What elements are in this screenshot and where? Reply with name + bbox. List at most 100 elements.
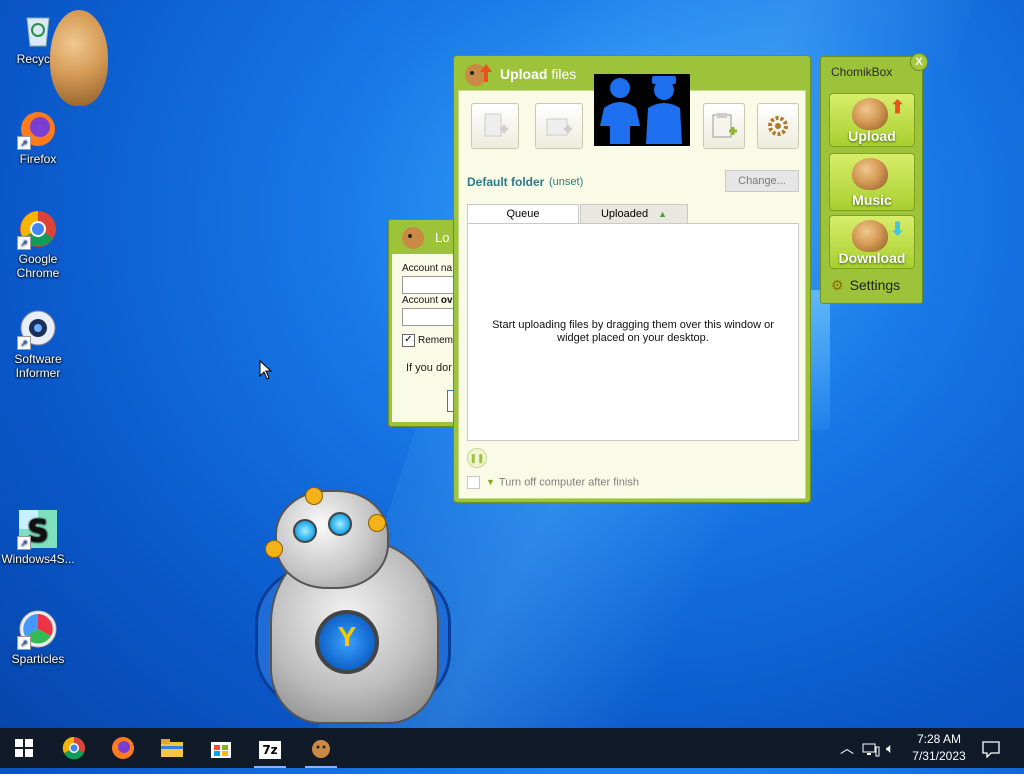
widget-upload-button[interactable]: ⬆ Upload [829, 93, 915, 147]
widget-settings-label: Settings [849, 277, 901, 293]
arrow-down-icon: ⬇ [890, 219, 906, 239]
add-files-button[interactable] [471, 103, 519, 149]
upload-window-title: Upload files [500, 66, 577, 82]
default-folder-label: Default folder [467, 175, 545, 189]
taskbar-7zip[interactable]: 7z [246, 728, 294, 768]
widget-music-label: Music [852, 192, 892, 208]
windows4s-icon: S ↗ [17, 508, 59, 550]
taskbar-file-explorer[interactable] [148, 728, 196, 768]
tab-queue[interactable]: Queue [467, 204, 579, 224]
chomikbox-widget[interactable]: ChomikBox X ⬆ Upload Music ⬇ Download ⚙ S… [820, 53, 928, 304]
turn-off-label: Turn off computer after finish [498, 476, 639, 489]
firefox-icon: ↗ [17, 108, 59, 150]
volume-icon[interactable]: 🔈︎ [886, 728, 894, 768]
chomikbox-upload-logo-icon [465, 64, 492, 86]
taskbar: 7z ︿ 🔈︎ 7:28 AM 7/31/2023 [0, 728, 1024, 768]
desktop-icon-chrome[interactable]: ↗ Google Chrome [0, 208, 76, 280]
folder-icon [161, 739, 183, 757]
upload-window-body: Default folder (unset) Change... Queue U… [458, 74, 806, 499]
tab-queue-label: Queue [506, 208, 540, 220]
remember-checkbox[interactable]: ✓ [402, 334, 415, 347]
software-informer-icon: ↗ [17, 308, 59, 350]
widget-music-button[interactable]: Music [829, 153, 915, 211]
triangle-up-icon: ▲ [658, 209, 667, 219]
7zip-icon: 7z [259, 741, 281, 759]
desktop-icon-label: Firefox [19, 152, 57, 166]
taskbar-store[interactable] [197, 728, 245, 768]
hamster-icon [852, 98, 888, 130]
taskbar-clock[interactable]: 7:28 AM 7/31/2023 [906, 731, 972, 765]
hamster-headphones-icon [852, 158, 888, 190]
pause-icon: ❚❚ [469, 453, 485, 463]
desktop-icon-label: Software Informer [14, 352, 62, 380]
tab-uploaded-label: Uploaded [600, 208, 649, 220]
clipboard-icon [712, 113, 737, 138]
robot-head [275, 490, 389, 589]
taskbar-chrome[interactable] [50, 728, 98, 768]
add-folder-icon [546, 118, 572, 136]
widget-close-button[interactable]: X [910, 53, 928, 71]
chevron-up-icon[interactable]: ︿ [840, 728, 854, 768]
shortcut-arrow-icon: ↗ [17, 136, 31, 150]
gear-icon [768, 116, 788, 136]
robot-antenna [305, 487, 323, 505]
clock-date: 7/31/2023 [912, 749, 966, 763]
add-file-icon [484, 113, 508, 137]
default-folder-value: (unset) [549, 176, 584, 188]
empty-queue-message: Start uploading files by dragging them o… [492, 319, 774, 344]
paste-button[interactable] [703, 103, 745, 149]
widget-settings-button[interactable]: ⚙ Settings [831, 277, 900, 294]
arrow-up-icon: ⬆ [890, 97, 906, 117]
robot-eye-right [328, 512, 352, 536]
robot-eye-left [293, 519, 317, 543]
chrome-icon: ↗ [17, 208, 59, 250]
settings-button[interactable] [757, 103, 799, 149]
pause-button[interactable]: ❚❚ [467, 448, 487, 468]
widget-title: ChomikBox [831, 65, 893, 79]
desktop-icon-firefox[interactable]: ↗ Firefox [0, 108, 76, 166]
taskbar-firefox[interactable] [99, 728, 147, 768]
chrome-icon [62, 736, 85, 760]
desktop-icon-software-informer[interactable]: ↗ Software Informer [0, 308, 76, 380]
shortcut-arrow-icon: ↗ [17, 336, 31, 350]
hamster-icon [312, 740, 330, 758]
tab-uploaded[interactable]: Uploaded ▲ [580, 204, 688, 225]
robot-badge-icon: Y [315, 610, 379, 674]
clock-time: 7:28 AM [916, 732, 962, 746]
turn-off-option[interactable]: ▼ Turn off computer after finish [467, 476, 639, 489]
desktop-icon-label: Sparticles [11, 652, 65, 666]
desktop-icon-sparticles[interactable]: ↗ Sparticles [0, 608, 76, 666]
notifications-icon[interactable] [982, 728, 1000, 768]
taskbar-chomikbox[interactable] [297, 728, 345, 768]
add-folder-button[interactable] [535, 103, 583, 149]
gear-icon: ⚙ [831, 277, 844, 293]
windows-logo-icon [15, 739, 33, 757]
shortcut-arrow-icon: ↗ [17, 536, 31, 550]
start-button[interactable] [0, 728, 48, 768]
mouse-cursor-icon [259, 360, 273, 380]
users-icon[interactable] [594, 74, 690, 146]
hamster-icon [852, 220, 888, 252]
desktop-icon-label: Windows4S... [1, 552, 75, 566]
upload-queue-list[interactable]: Start uploading files by dragging them o… [467, 223, 799, 441]
robot-ear-right [368, 514, 386, 532]
chomikbox-logo-icon [402, 227, 424, 249]
network-icon[interactable] [862, 728, 880, 768]
hamster-mascot-image [50, 10, 108, 106]
robot-ear-left [265, 540, 283, 558]
widget-download-button[interactable]: ⬇ Download [829, 215, 915, 269]
store-icon [211, 742, 231, 758]
remember-label: Rememl [418, 335, 456, 346]
shortcut-arrow-icon: ↗ [17, 636, 31, 650]
triangle-down-icon: ▼ [486, 477, 495, 488]
widget-upload-label: Upload [848, 128, 896, 144]
desktop-icon-windows4s[interactable]: S ↗ Windows4S... [0, 508, 76, 566]
firefox-icon [112, 737, 134, 759]
desktop-icon-label: Google Chrome [16, 252, 60, 280]
login-window-title: Lo [435, 230, 450, 245]
upload-files-window[interactable]: Upload files Default folder (unset) Chan… [453, 55, 811, 503]
change-folder-button[interactable]: Change... [725, 170, 799, 192]
shortcut-arrow-icon: ↗ [17, 236, 31, 250]
turn-off-checkbox[interactable] [467, 476, 480, 489]
sparticles-icon: ↗ [17, 608, 59, 650]
